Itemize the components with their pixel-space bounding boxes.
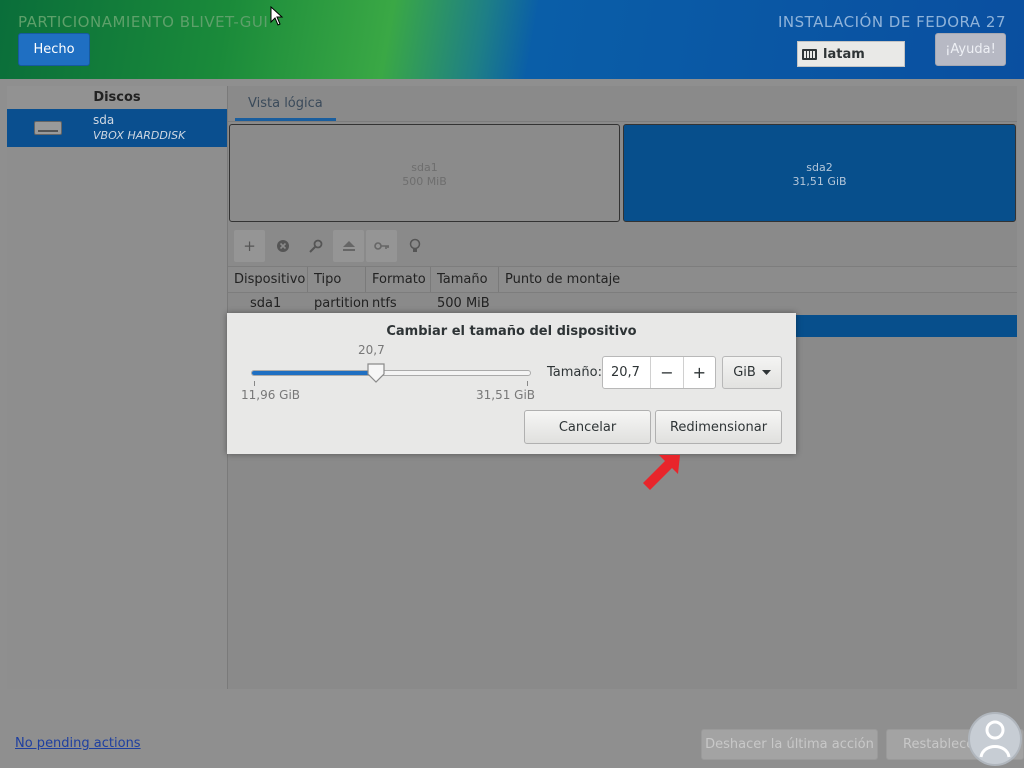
decrement-button[interactable]: − [650,357,682,388]
tab-divider [228,121,1017,122]
sidebar-heading: Discos [7,86,227,110]
unit-dropdown[interactable]: GiB [722,356,782,389]
device-table-header: Dispositivo Tipo Formato Tamaño Punto de… [228,266,1017,293]
disk-item-sda[interactable]: sda VBOX HARDDISK [7,109,227,147]
settings-button[interactable] [300,230,331,262]
column-header[interactable]: Formato [366,267,431,292]
spoke-title: PARTICIONAMIENTO BLIVET-GUI [18,13,269,31]
disk-sidebar: Discos sda VBOX HARDDISK [7,86,228,689]
column-header[interactable]: Punto de montaje [499,267,1017,292]
annotation-arrow-icon [643,455,680,490]
harddisk-icon [34,121,62,135]
done-button[interactable]: Hecho [18,33,90,66]
size-label: Tamaño: [547,365,602,380]
eject-button[interactable] [333,230,364,262]
add-icon: + [243,237,256,255]
pending-actions-link[interactable]: No pending actions [15,736,141,751]
lightbulb-icon [409,238,420,252]
column-header[interactable]: Tipo [308,267,366,292]
cell-type: partition [314,295,370,311]
slider-value-label: 20,7 [358,343,385,357]
unit-label: GiB [733,365,756,380]
slider-handle[interactable] [366,362,386,384]
size-spinbutton: 20,7 − + [602,356,716,389]
person-icon [979,720,1011,758]
partition-size: 500 MiB [402,175,447,188]
table-row[interactable]: sda1 partition ntfs 500 MiB [228,292,1017,314]
plus-icon: + [692,363,707,382]
size-slider[interactable] [251,370,531,376]
slider-min-label: 11,96 GiB [241,388,301,402]
add-button[interactable]: + [234,230,265,262]
cell-device: sda1 [250,295,282,311]
device-toolbar: + [234,230,432,262]
keyboard-layout-label: latam [823,46,865,62]
resize-dialog: Cambiar el tamaño del dispositivo 20,7 1… [227,313,796,454]
delete-icon [276,240,289,252]
slider-tick-min [254,381,255,386]
column-header[interactable]: Dispositivo [228,267,308,292]
column-header[interactable]: Tamaño [431,267,499,292]
partition-name: sda2 [806,161,833,174]
cell-mountpoint [499,292,1017,314]
undo-button[interactable]: Deshacer la última acción [701,729,878,760]
partition-block-sda1[interactable]: sda1 500 MiB [229,124,620,222]
help-button[interactable]: ¡Ayuda! [935,33,1006,66]
key-button[interactable] [366,230,397,262]
increment-button[interactable]: + [682,357,715,388]
watermark-logo [968,712,1022,766]
resize-button[interactable]: Redimensionar [655,410,782,444]
partition-block-sda2[interactable]: sda2 31,51 GiB [623,124,1016,222]
partition-size: 31,51 GiB [792,175,847,188]
settings-icon [308,239,322,253]
disk-name: sda [93,113,115,127]
key-icon [373,242,389,250]
slider-fill [252,371,377,375]
top-bar: PARTICIONAMIENTO BLIVET-GUI Hecho INSTAL… [0,0,1024,79]
cancel-button[interactable]: Cancelar [524,410,651,444]
cell-format: ntfs [372,295,397,311]
slider-max-label: 31,51 GiB [476,388,536,402]
keyboard-layout-indicator[interactable]: latam [797,41,905,67]
delete-button[interactable] [267,230,298,262]
keyboard-icon [802,48,817,60]
disk-model: VBOX HARDDISK [93,129,186,142]
slider-tick-max [527,381,528,386]
chevron-down-icon [761,370,771,375]
size-input[interactable]: 20,7 [603,357,650,388]
dialog-title: Cambiar el tamaño del dispositivo [386,324,637,339]
info-button[interactable] [399,230,430,262]
tab-logical-view[interactable]: Vista lógica [235,88,336,121]
partition-name: sda1 [411,161,438,174]
minus-icon: − [660,363,674,382]
eject-icon [342,241,355,251]
installation-title: INSTALACIÓN DE FEDORA 27 [777,13,1006,31]
cell-size: 500 MiB [437,295,490,311]
mouse-cursor-icon [270,6,284,26]
